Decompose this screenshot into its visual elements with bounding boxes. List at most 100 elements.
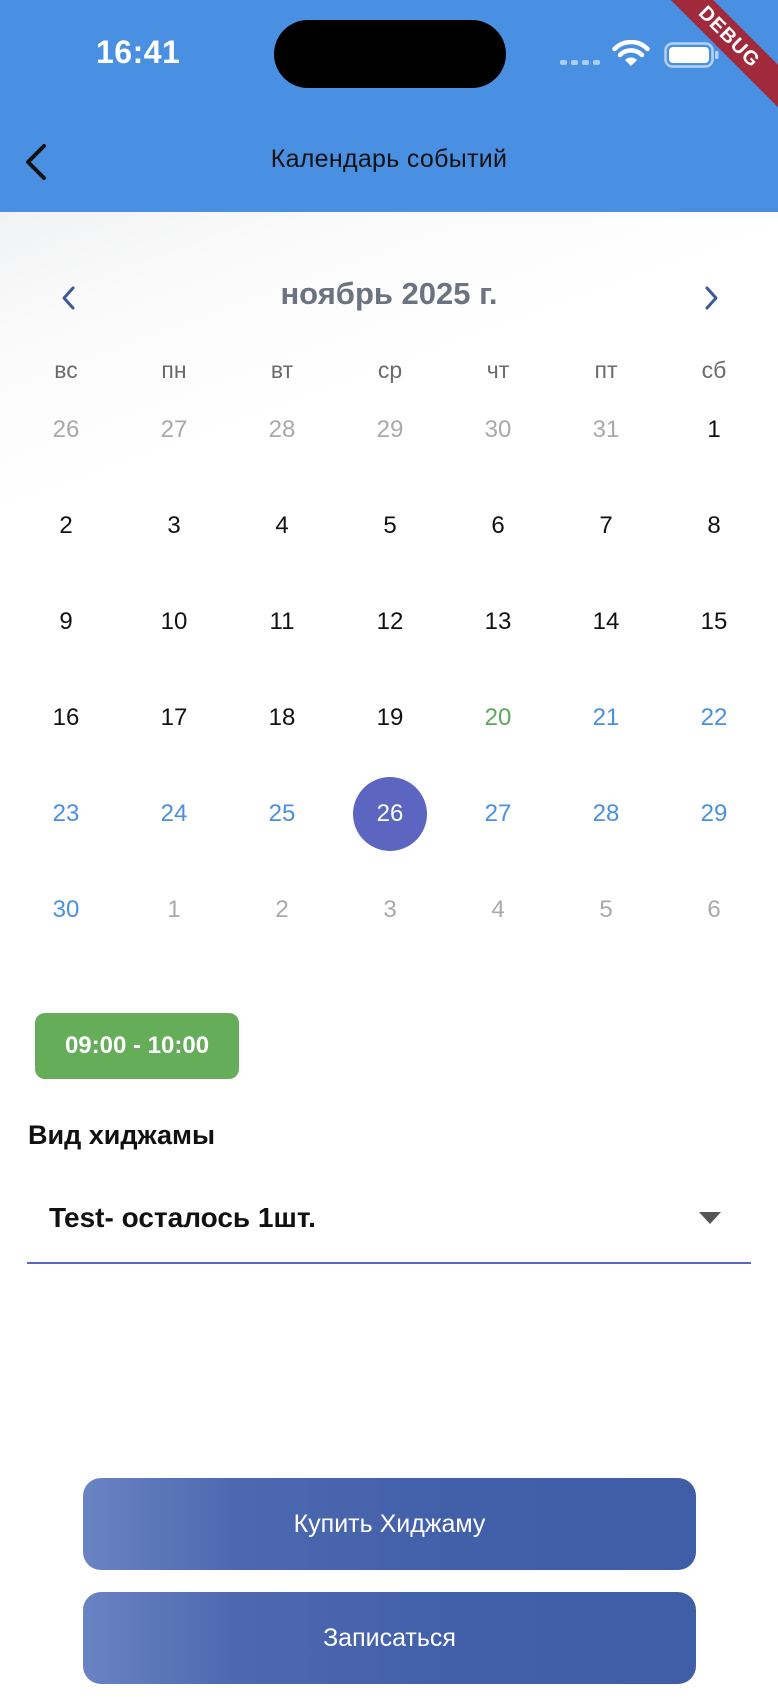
weekday-label: пн bbox=[161, 357, 187, 383]
calendar-day-label: 10 bbox=[160, 608, 188, 635]
calendar-day-label: 3 bbox=[167, 512, 181, 539]
calendar-day-label: 25 bbox=[268, 800, 296, 827]
calendar-day-label: 12 bbox=[376, 608, 404, 635]
calendar-day[interactable]: 11 bbox=[228, 574, 336, 670]
weekday-label: сб bbox=[701, 357, 727, 383]
calendar-day[interactable]: 17 bbox=[120, 670, 228, 766]
calendar-day[interactable]: 20 bbox=[444, 670, 552, 766]
dynamic-island bbox=[274, 20, 506, 88]
calendar-day[interactable]: 30 bbox=[12, 862, 120, 958]
calendar-day-label: 4 bbox=[275, 512, 289, 539]
calendar-day-label: 6 bbox=[707, 896, 721, 923]
calendar-day-label: 16 bbox=[52, 704, 80, 731]
calendar-day[interactable]: 4 bbox=[444, 862, 552, 958]
calendar-day-label: 30 bbox=[52, 896, 80, 923]
weekday-label: чт bbox=[486, 357, 510, 383]
calendar-day-label: 11 bbox=[269, 608, 295, 635]
signup-button[interactable]: Записаться bbox=[83, 1592, 696, 1684]
calendar-day-label: 18 bbox=[268, 704, 296, 731]
month-title: ноябрь 2025 г. bbox=[280, 276, 498, 311]
app-bar: 16:41 DEBUG Календарь событий bbox=[0, 0, 778, 212]
calendar-day[interactable]: 12 bbox=[336, 574, 444, 670]
calendar-day[interactable]: 4 bbox=[228, 478, 336, 574]
calendar-day-label: 27 bbox=[484, 800, 512, 827]
calendar-day-label: 15 bbox=[700, 608, 728, 635]
next-month-button[interactable] bbox=[696, 278, 726, 318]
weekday-label: ср bbox=[377, 357, 403, 383]
calendar-day[interactable]: 31 bbox=[552, 382, 660, 478]
calendar-day-label: 29 bbox=[700, 800, 728, 827]
calendar-day-label: 5 bbox=[599, 896, 613, 923]
calendar-day[interactable]: 3 bbox=[336, 862, 444, 958]
calendar-day[interactable]: 30 bbox=[444, 382, 552, 478]
calendar-day-label: 17 bbox=[160, 704, 188, 731]
calendar-day[interactable]: 27 bbox=[444, 766, 552, 862]
calendar-day-label: 22 bbox=[700, 704, 728, 731]
calendar-day[interactable]: 1 bbox=[660, 382, 768, 478]
calendar-day[interactable]: 25 bbox=[228, 766, 336, 862]
calendar-day-label: 26 bbox=[353, 777, 427, 851]
calendar-day[interactable]: 15 bbox=[660, 574, 768, 670]
cellular-signal-icon bbox=[560, 60, 600, 66]
calendar-day[interactable]: 26 bbox=[12, 382, 120, 478]
calendar-day[interactable]: 28 bbox=[228, 382, 336, 478]
calendar-day-label: 3 bbox=[383, 896, 397, 923]
dropdown-selected-value: Test- осталось 1шт. bbox=[49, 1202, 316, 1233]
calendar-day-label: 26 bbox=[52, 416, 80, 443]
calendar-day[interactable]: 29 bbox=[336, 382, 444, 478]
hijama-type-label: Вид хиджамы bbox=[28, 1120, 216, 1150]
calendar-day-label: 27 bbox=[160, 416, 188, 443]
calendar-day[interactable]: 16 bbox=[12, 670, 120, 766]
calendar-day[interactable]: 28 bbox=[552, 766, 660, 862]
calendar-day-label: 5 bbox=[383, 512, 397, 539]
calendar-day[interactable]: 3 bbox=[120, 478, 228, 574]
time-slot-chip[interactable]: 09:00 - 10:00 bbox=[35, 1013, 239, 1079]
calendar-day[interactable]: 7 bbox=[552, 478, 660, 574]
calendar-day-label: 4 bbox=[491, 896, 505, 923]
calendar-day-label: 1 bbox=[167, 896, 181, 923]
battery-icon bbox=[664, 42, 719, 68]
calendar-day[interactable]: 23 bbox=[12, 766, 120, 862]
calendar-day[interactable]: 2 bbox=[12, 478, 120, 574]
calendar-day[interactable]: 21 bbox=[552, 670, 660, 766]
calendar-day-label: 14 bbox=[592, 608, 620, 635]
calendar-day[interactable]: 29 bbox=[660, 766, 768, 862]
calendar-day-label: 13 bbox=[484, 608, 512, 635]
weekday-label: вт bbox=[270, 357, 294, 383]
calendar-day[interactable]: 2 bbox=[228, 862, 336, 958]
calendar-day-label: 2 bbox=[275, 896, 289, 923]
calendar-day-label: 19 bbox=[376, 704, 404, 731]
calendar-day[interactable]: 13 bbox=[444, 574, 552, 670]
calendar-day[interactable]: 10 bbox=[120, 574, 228, 670]
dropdown-arrow-icon bbox=[699, 1212, 721, 1224]
calendar-day-label: 28 bbox=[268, 416, 296, 443]
calendar-days-grid: 26 27 28 29 30 31 1 2 3 4 5 6 7 8 9 10 11 12 13 14 15 16 17 18 1… bbox=[12, 382, 768, 958]
weekday-header: вс пн вт ср чт пт сб bbox=[12, 357, 768, 384]
calendar-day[interactable]: 9 bbox=[12, 574, 120, 670]
calendar-day-label: 2 bbox=[59, 512, 73, 539]
calendar-day-label: 9 bbox=[59, 608, 73, 635]
weekday-label: вс bbox=[54, 357, 78, 383]
hijama-type-dropdown[interactable]: Test- осталось 1шт. bbox=[27, 1180, 751, 1264]
calendar-day-selected[interactable]: 26 bbox=[336, 766, 444, 862]
buy-hijama-button[interactable]: Купить Хиджаму bbox=[83, 1478, 696, 1570]
calendar-day[interactable]: 27 bbox=[120, 382, 228, 478]
calendar-day[interactable]: 5 bbox=[552, 862, 660, 958]
calendar-day-label: 8 bbox=[707, 512, 721, 539]
calendar-day[interactable]: 22 bbox=[660, 670, 768, 766]
calendar-day-label: 6 bbox=[491, 512, 505, 539]
calendar-day[interactable]: 1 bbox=[120, 862, 228, 958]
calendar-day[interactable]: 8 bbox=[660, 478, 768, 574]
calendar-day-label: 20 bbox=[484, 704, 512, 731]
calendar-day[interactable]: 24 bbox=[120, 766, 228, 862]
calendar-day-label: 23 bbox=[52, 800, 80, 827]
calendar-day[interactable]: 6 bbox=[660, 862, 768, 958]
calendar-day[interactable]: 5 bbox=[336, 478, 444, 574]
calendar-day[interactable]: 6 bbox=[444, 478, 552, 574]
calendar-day[interactable]: 18 bbox=[228, 670, 336, 766]
calendar-day-label: 1 bbox=[707, 416, 721, 443]
calendar-day-label: 29 bbox=[376, 416, 404, 443]
calendar-day[interactable]: 19 bbox=[336, 670, 444, 766]
calendar-day-label: 24 bbox=[160, 800, 188, 827]
calendar-day[interactable]: 14 bbox=[552, 574, 660, 670]
